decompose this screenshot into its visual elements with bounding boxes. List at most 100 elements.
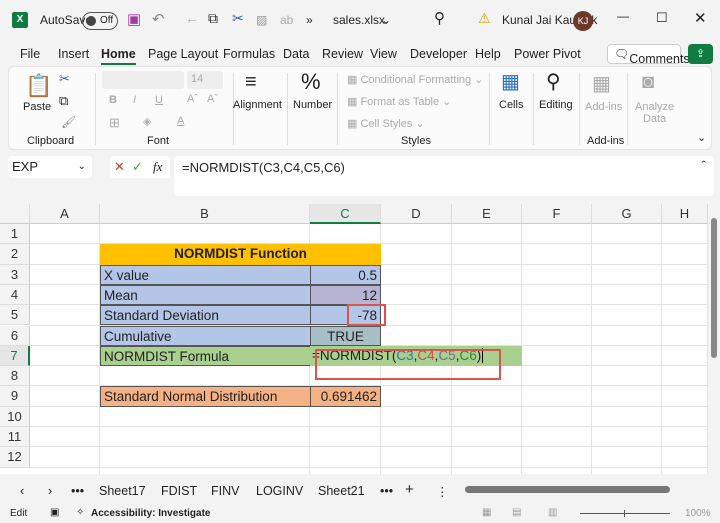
paste-icon[interactable]: 📋 bbox=[25, 73, 52, 99]
tab-developer[interactable]: Developer bbox=[410, 47, 467, 61]
vertical-scrollbar[interactable] bbox=[708, 204, 720, 474]
back-icon[interactable]: ← bbox=[185, 10, 199, 26]
tab-insert[interactable]: Insert bbox=[58, 47, 89, 61]
minimize-icon[interactable]: — bbox=[617, 9, 629, 23]
row-header-6[interactable]: 6 bbox=[0, 325, 30, 346]
tab-view[interactable]: View bbox=[370, 47, 397, 61]
sheet-tab[interactable]: LOGINV bbox=[256, 484, 303, 498]
zoom-slider[interactable] bbox=[580, 510, 670, 517]
row-header-3[interactable]: 3 bbox=[0, 264, 30, 285]
accessibility-icon[interactable]: ✧ bbox=[76, 507, 84, 518]
row-header-10[interactable]: 10 bbox=[0, 406, 30, 427]
column-header-a[interactable]: A bbox=[30, 204, 100, 224]
font-name-dropdown[interactable] bbox=[102, 71, 184, 89]
analyze-data-button[interactable]: Analyze Data bbox=[635, 101, 674, 125]
search-icon[interactable]: ⚲ bbox=[434, 9, 445, 27]
analyze-data-icon[interactable]: ◙ bbox=[642, 71, 654, 94]
add-sheet-icon[interactable]: + bbox=[405, 481, 414, 498]
decrease-font-icon[interactable]: Aˇ bbox=[207, 93, 218, 105]
result-cell[interactable]: 0.691462 bbox=[310, 386, 381, 407]
sheet-tab[interactable]: FINV bbox=[211, 484, 239, 498]
paste-button[interactable]: Paste bbox=[23, 101, 51, 113]
addins-icon[interactable]: ▦ bbox=[592, 71, 611, 96]
filename[interactable]: sales.xlsx bbox=[333, 13, 385, 27]
column-header-f[interactable]: F bbox=[522, 204, 592, 224]
column-header-d[interactable]: D bbox=[381, 204, 452, 224]
underline-button[interactable]: U bbox=[155, 94, 163, 106]
sheet-tab[interactable]: FDIST bbox=[161, 484, 197, 498]
row-header-1[interactable]: 1 bbox=[0, 224, 30, 245]
format-painter-icon[interactable]: 🖌 bbox=[61, 115, 76, 129]
conditional-formatting-button[interactable]: ▦ Conditional Formatting ⌄ bbox=[347, 73, 483, 86]
page-break-view-icon[interactable]: ▥ bbox=[548, 507, 557, 518]
fill-color-icon[interactable]: ◈ bbox=[143, 115, 151, 128]
percent-icon[interactable]: % bbox=[301, 69, 321, 95]
more-sheets-icon[interactable]: ••• bbox=[380, 484, 393, 498]
row-header-11[interactable]: 11 bbox=[0, 427, 30, 448]
label-cell[interactable]: Cumulative bbox=[100, 325, 311, 346]
row-header-5[interactable]: 5 bbox=[0, 305, 30, 326]
tab-data[interactable]: Data bbox=[283, 47, 309, 61]
spelling-icon[interactable]: ab bbox=[280, 13, 293, 27]
prev-sheet-icon[interactable]: ‹ bbox=[20, 484, 24, 498]
share-button[interactable]: ⇪ bbox=[688, 44, 713, 64]
copy-icon[interactable]: ⧉ bbox=[208, 10, 218, 27]
alignment-icon[interactable]: ≡ bbox=[245, 71, 257, 94]
label-cell[interactable]: Mean bbox=[100, 284, 311, 306]
value-cell[interactable]: TRUE bbox=[310, 325, 381, 346]
name-box[interactable]: EXP ⌄ bbox=[8, 156, 92, 178]
accessibility-status[interactable]: Accessibility: Investigate bbox=[91, 508, 211, 519]
more-commands-icon[interactable]: » bbox=[306, 13, 313, 27]
number-button[interactable]: Number bbox=[293, 99, 332, 111]
row-header-2[interactable]: 2 bbox=[0, 244, 30, 265]
save-icon[interactable]: ▣ bbox=[127, 10, 141, 28]
spreadsheet-grid[interactable]: A B C D E F G H 1 2 3 4 5 6 7 8 9 10 11 12 NORMDIST Function… bbox=[0, 204, 708, 474]
zoom-level[interactable]: 100% bbox=[685, 508, 711, 519]
tab-review[interactable]: Review bbox=[322, 47, 363, 61]
image-icon[interactable]: ▨ bbox=[256, 13, 267, 27]
next-sheet-icon[interactable]: › bbox=[48, 484, 52, 498]
borders-icon[interactable]: ⊞ bbox=[109, 115, 120, 131]
value-cell[interactable]: 12 bbox=[310, 284, 381, 306]
chevron-down-icon[interactable]: ⌄ bbox=[381, 13, 391, 27]
cancel-icon[interactable]: ✕ bbox=[114, 156, 125, 178]
italic-button[interactable]: I bbox=[133, 94, 136, 106]
row-header-7[interactable]: 7 bbox=[0, 345, 30, 367]
enter-icon[interactable]: ✓ bbox=[132, 156, 143, 178]
maximize-icon[interactable]: ☐ bbox=[656, 10, 668, 26]
horizontal-scrollbar[interactable] bbox=[455, 486, 705, 494]
label-cell[interactable]: Standard Deviation bbox=[100, 305, 311, 326]
addins-button[interactable]: Add-ins bbox=[585, 101, 622, 113]
row-header-8[interactable]: 8 bbox=[0, 366, 30, 387]
tab-power-pivot[interactable]: Power Pivot bbox=[514, 47, 581, 61]
column-header-b[interactable]: B bbox=[100, 204, 310, 224]
comments-button[interactable]: 🗨 Comments bbox=[607, 44, 690, 66]
search-icon[interactable]: ⚲ bbox=[546, 69, 561, 94]
column-header-e[interactable]: E bbox=[452, 204, 522, 224]
font-size-dropdown[interactable]: 14 bbox=[187, 71, 223, 89]
normal-view-icon[interactable]: ▦ bbox=[482, 507, 491, 518]
tab-file[interactable]: File bbox=[20, 47, 40, 61]
copy-icon[interactable]: ⧉ bbox=[59, 93, 68, 109]
label-cell[interactable]: NORMDIST Formula bbox=[100, 345, 311, 367]
row-header-12[interactable]: 12 bbox=[0, 447, 30, 468]
options-icon[interactable]: ⋮ bbox=[436, 484, 449, 499]
value-cell[interactable]: 0.5 bbox=[310, 264, 381, 285]
page-layout-view-icon[interactable]: ▤ bbox=[512, 507, 521, 518]
tab-home[interactable]: Home bbox=[101, 47, 136, 65]
increase-font-icon[interactable]: Aˆ bbox=[187, 93, 198, 105]
formula-input[interactable]: =NORMDIST(C3,C4,C5,C6) ˆ bbox=[174, 156, 714, 196]
table-title[interactable]: NORMDIST Function bbox=[100, 244, 381, 265]
label-cell[interactable]: X value bbox=[100, 264, 311, 285]
column-header-c[interactable]: C bbox=[310, 204, 381, 224]
more-sheets-icon[interactable]: ••• bbox=[71, 484, 84, 498]
avatar[interactable]: KJ bbox=[573, 11, 593, 31]
close-icon[interactable]: ✕ bbox=[694, 9, 707, 27]
editing-button[interactable]: Editing bbox=[539, 99, 573, 111]
tab-page-layout[interactable]: Page Layout bbox=[148, 47, 218, 61]
collapse-ribbon-icon[interactable]: ⌄ bbox=[697, 131, 706, 144]
macro-icon[interactable]: ▣ bbox=[50, 507, 59, 518]
label-cell[interactable]: Standard Normal Distribution bbox=[100, 386, 311, 407]
tab-help[interactable]: Help bbox=[475, 47, 501, 61]
sheet-tab[interactable]: Sheet17 bbox=[99, 484, 146, 498]
